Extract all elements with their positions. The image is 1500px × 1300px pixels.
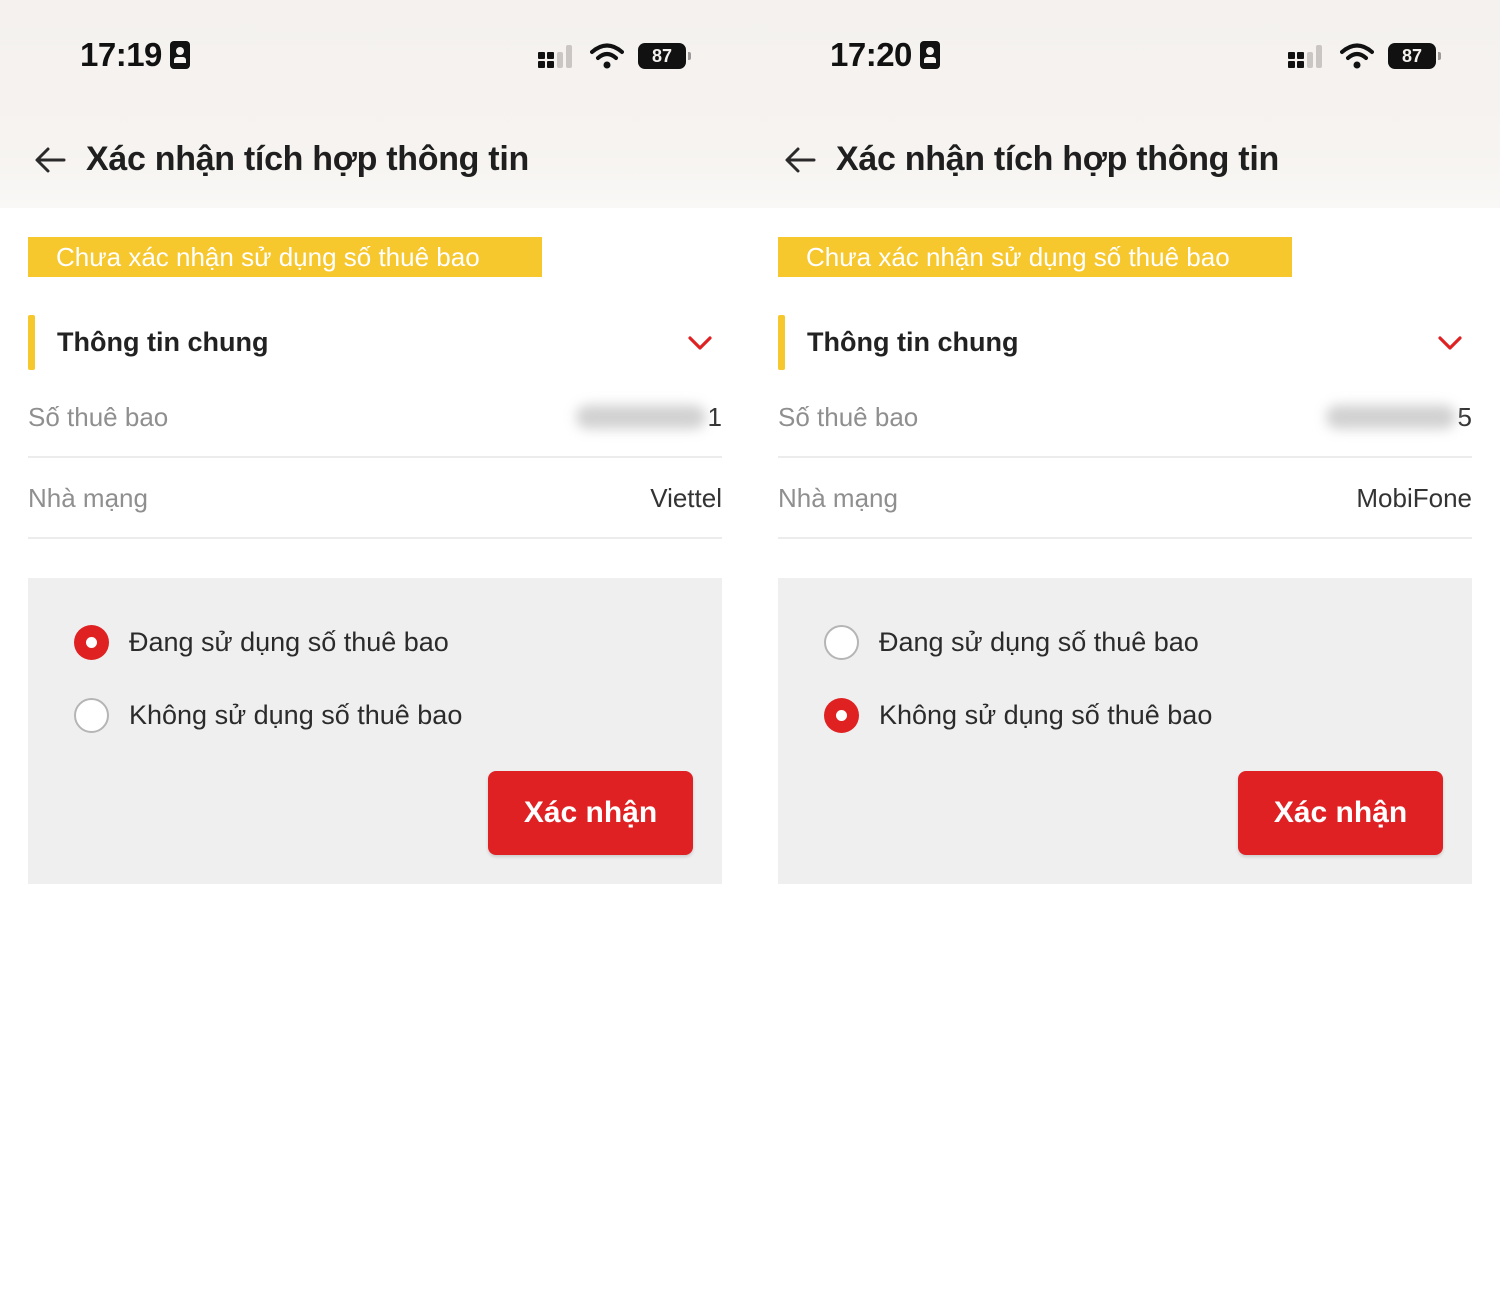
option-not-using-label: Không sử dụng số thuê bao [129, 699, 463, 730]
status-icons: 87 [536, 40, 691, 72]
subscriber-number-suffix: 1 [707, 401, 722, 432]
usage-choice-panel: Đang sử dụng số thuê bao Không sử dụng s… [28, 578, 722, 884]
option-not-using-subscriber[interactable]: Không sử dụng số thuê bao [74, 695, 462, 735]
carrier-row: Nhà mạng MobiFone [778, 459, 1472, 539]
section-title: Thông tin chung [57, 327, 269, 357]
status-banner: Chưa xác nhận sử dụng số thuê bao [28, 237, 542, 277]
id-card-icon [919, 41, 940, 69]
phone-screen-left: 17:19 87 Xác nhận tích hợp thông tin Chư… [0, 0, 750, 1300]
carrier-row: Nhà mạng Viettel [28, 459, 722, 539]
back-button[interactable] [30, 140, 70, 180]
section-title: Thông tin chung [807, 327, 1019, 357]
signal-icon [1286, 43, 1326, 69]
wifi-icon [590, 43, 624, 69]
id-card-icon [169, 41, 190, 69]
battery-icon: 87 [638, 43, 691, 69]
usage-choice-panel: Đang sử dụng số thuê bao Không sử dụng s… [778, 578, 1472, 884]
subscriber-number-row: Số thuê bao 1 [28, 378, 722, 458]
status-icons: 87 [1286, 40, 1441, 72]
back-arrow-icon [35, 147, 66, 173]
option-not-using-label: Không sử dụng số thuê bao [879, 699, 1213, 730]
page-title: Xác nhận tích hợp thông tin [836, 140, 1279, 178]
status-time-text: 17:19 [80, 36, 162, 73]
section-accent-bar [778, 315, 785, 370]
status-time-text: 17:20 [830, 36, 912, 73]
back-arrow-icon [785, 147, 816, 173]
chevron-down-icon [688, 336, 712, 350]
carrier-label: Nhà mạng [778, 482, 898, 513]
confirm-button[interactable]: Xác nhận [1238, 771, 1443, 855]
subscriber-number-row: Số thuê bao 5 [778, 378, 1472, 458]
radio-using-checked[interactable] [74, 624, 109, 660]
radio-not-using[interactable] [74, 697, 109, 733]
option-using-subscriber[interactable]: Đang sử dụng số thuê bao [74, 622, 449, 662]
confirm-button[interactable]: Xác nhận [488, 771, 693, 855]
battery-level: 87 [651, 45, 673, 66]
carrier-value: Viettel [650, 482, 722, 513]
subscriber-number-value: 5 [1325, 401, 1472, 433]
status-time: 17:19 [80, 36, 190, 74]
option-using-label: Đang sử dụng số thuê bao [879, 626, 1199, 657]
section-general-info[interactable]: Thông tin chung [28, 315, 722, 370]
phone-screen-right: 17:20 87 Xác nhận tích hợp thông tin Chư… [750, 0, 1500, 1300]
subscriber-number-value: 1 [575, 401, 722, 433]
wifi-icon [1340, 43, 1374, 69]
option-using-subscriber[interactable]: Đang sử dụng số thuê bao [824, 622, 1199, 662]
battery-level: 87 [1401, 45, 1423, 66]
chevron-down-icon [1438, 336, 1462, 350]
carrier-label: Nhà mạng [28, 482, 148, 513]
battery-icon: 87 [1388, 43, 1441, 69]
section-accent-bar [28, 315, 35, 370]
signal-icon [536, 43, 576, 69]
carrier-value: MobiFone [1356, 482, 1472, 513]
status-time: 17:20 [830, 36, 940, 74]
radio-not-using-checked[interactable] [824, 697, 859, 733]
masked-digits [1325, 405, 1456, 429]
radio-using[interactable] [824, 624, 859, 660]
masked-digits [575, 405, 706, 429]
status-banner: Chưa xác nhận sử dụng số thuê bao [778, 237, 1292, 277]
option-not-using-subscriber[interactable]: Không sử dụng số thuê bao [824, 695, 1212, 735]
back-button[interactable] [780, 140, 820, 180]
subscriber-number-suffix: 5 [1457, 401, 1472, 432]
subscriber-number-label: Số thuê bao [28, 401, 169, 432]
option-using-label: Đang sử dụng số thuê bao [129, 626, 449, 657]
section-general-info[interactable]: Thông tin chung [778, 315, 1472, 370]
subscriber-number-label: Số thuê bao [778, 401, 919, 432]
page-title: Xác nhận tích hợp thông tin [86, 140, 529, 178]
